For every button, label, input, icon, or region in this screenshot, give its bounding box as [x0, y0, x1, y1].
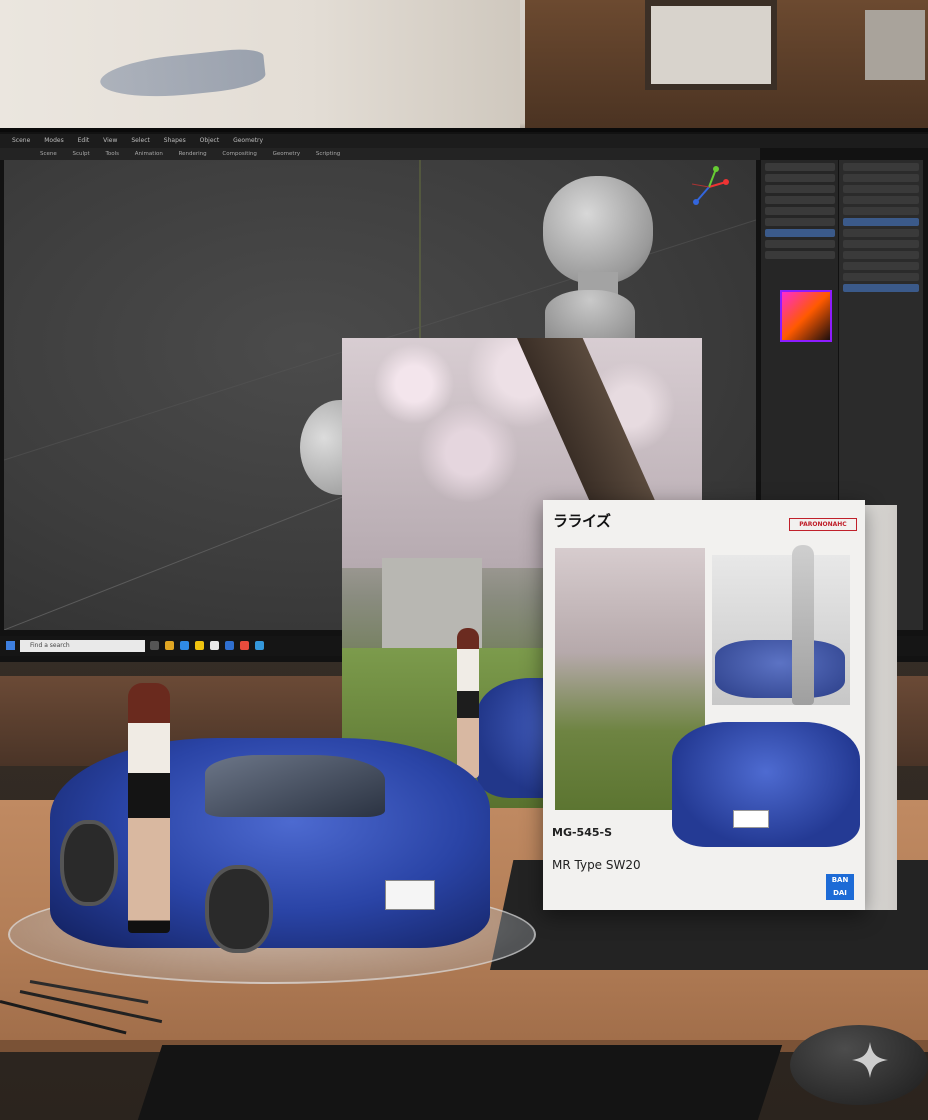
outliner-row[interactable]: [765, 240, 835, 248]
taskbar-search-input[interactable]: Find a search: [20, 640, 145, 652]
workspace-tab[interactable]: Compositing: [222, 151, 256, 157]
menu-item[interactable]: Object: [200, 137, 220, 144]
properties-row-selected[interactable]: [843, 218, 919, 226]
box-render-figure: [792, 545, 814, 705]
properties-row[interactable]: [843, 174, 919, 182]
model-car-plate: [385, 880, 435, 910]
keyboard: [137, 1045, 783, 1120]
workspace-tab[interactable]: Sculpt: [73, 151, 90, 157]
outliner-row[interactable]: [765, 251, 835, 259]
menu-item[interactable]: Shapes: [164, 137, 186, 144]
menu-item[interactable]: Scene: [12, 137, 30, 144]
sparkle-icon: [852, 1042, 888, 1078]
box-render-car: [715, 640, 845, 698]
shelf-box: [865, 10, 925, 80]
outliner-row[interactable]: [765, 207, 835, 215]
outliner-row[interactable]: [765, 185, 835, 193]
model-box-side: [865, 505, 897, 910]
workspace-tab[interactable]: Scripting: [316, 151, 340, 157]
menu-item[interactable]: Edit: [78, 137, 90, 144]
outliner-row[interactable]: [765, 218, 835, 226]
properties-row[interactable]: [843, 251, 919, 259]
box-maker-logo: BAN DAI: [826, 874, 854, 900]
outliner-row[interactable]: [765, 196, 835, 204]
properties-row[interactable]: [843, 240, 919, 248]
menu-bar: Scene Modes Edit View Select Shapes Obje…: [0, 134, 928, 148]
workspace-tab[interactable]: Scene: [40, 151, 57, 157]
taskbar-app-icon[interactable]: [255, 641, 264, 650]
taskbar-app-icon[interactable]: [225, 641, 234, 650]
properties-row[interactable]: [843, 273, 919, 281]
model-car-windshield: [205, 755, 385, 817]
box-model-name: MR Type SW20: [552, 858, 641, 872]
properties-row[interactable]: [843, 229, 919, 237]
menu-item[interactable]: Select: [131, 137, 150, 144]
outliner-row[interactable]: [765, 174, 835, 182]
model-car-front-wheel: [205, 865, 273, 953]
menu-item[interactable]: Geometry: [233, 137, 263, 144]
box-car-plate: [733, 810, 769, 828]
menu-item[interactable]: View: [103, 137, 117, 144]
taskbar-app-icon[interactable]: [150, 641, 159, 650]
workspace-tab[interactable]: Geometry: [273, 151, 300, 157]
sculpt-bust-shoulders: [545, 290, 635, 340]
model-car-rear-wheel: [60, 820, 118, 906]
properties-row[interactable]: [843, 196, 919, 204]
properties-row-selected[interactable]: [843, 284, 919, 292]
properties-row[interactable]: [843, 207, 919, 215]
taskbar-app-icon[interactable]: [210, 641, 219, 650]
shelf-picture-frame: [645, 0, 777, 90]
workspace-tab[interactable]: Rendering: [179, 151, 207, 157]
menu-item[interactable]: Modes: [44, 137, 63, 144]
windows-start-icon[interactable]: [6, 641, 15, 650]
box-car-illustration: [672, 722, 860, 847]
box-logo: ラライズ: [553, 512, 611, 530]
box-brand-tag: PARONONAHC: [789, 518, 857, 531]
sculpt-bust-head: [543, 176, 653, 284]
outliner-row-selected[interactable]: [765, 229, 835, 237]
properties-row[interactable]: [843, 163, 919, 171]
taskbar-app-icon[interactable]: [240, 641, 249, 650]
taskbar-app-icon[interactable]: [180, 641, 189, 650]
outliner-row[interactable]: [765, 163, 835, 171]
taskbar-app-icon[interactable]: [165, 641, 174, 650]
workspace-tab[interactable]: Animation: [135, 151, 163, 157]
properties-row[interactable]: [843, 262, 919, 270]
photo-person: [457, 628, 479, 778]
properties-row[interactable]: [843, 185, 919, 193]
workspace-tabs: Scene Sculpt Tools Animation Rendering C…: [0, 148, 760, 160]
color-picker[interactable]: [780, 290, 832, 342]
box-model-code: MG-545-S: [552, 826, 612, 839]
model-figure: [128, 683, 170, 933]
taskbar-app-icon[interactable]: [195, 641, 204, 650]
axis-gizmo-icon[interactable]: [686, 164, 732, 210]
workspace-tab[interactable]: Tools: [105, 151, 119, 157]
